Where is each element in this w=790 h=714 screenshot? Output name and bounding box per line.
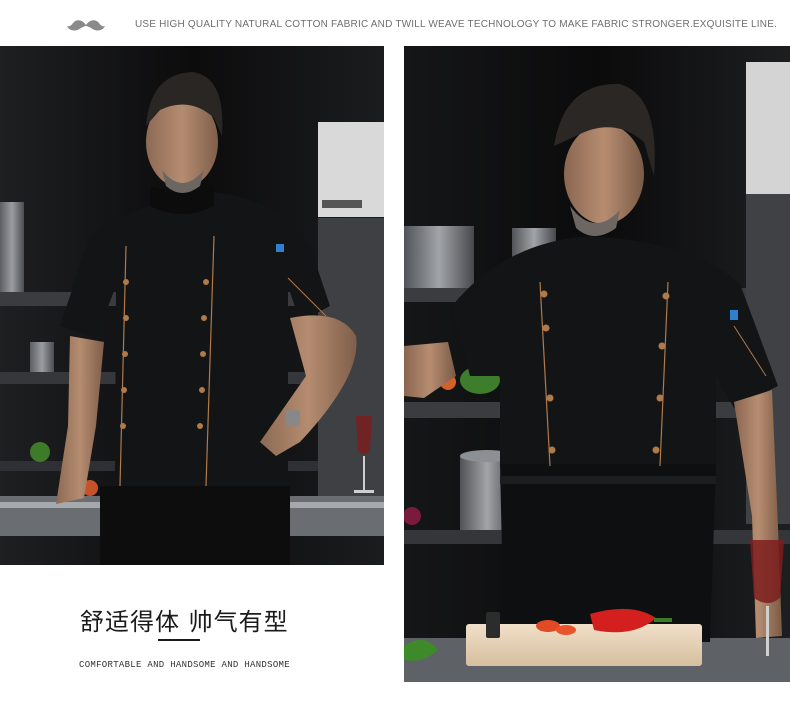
top-banner: USE HIGH QUALITY NATURAL COTTON FABRIC A… — [0, 0, 790, 46]
left-chef-illustration — [0, 46, 384, 565]
caption-block: 舒适得体 帅气有型 COMFORTABLE AND HANDSOME AND H… — [0, 565, 404, 714]
fabric-tagline: USE HIGH QUALITY NATURAL COTTON FABRIC A… — [135, 19, 778, 30]
mustache-icon — [67, 20, 105, 31]
subline: COMFORTABLE AND HANDSOME AND HANDSOME — [79, 660, 290, 670]
left-chef-photo — [0, 46, 384, 565]
headline: 舒适得体 帅气有型 — [80, 608, 289, 636]
divider — [158, 639, 200, 641]
right-chef-photo — [404, 46, 790, 682]
right-chef-illustration — [404, 46, 790, 682]
